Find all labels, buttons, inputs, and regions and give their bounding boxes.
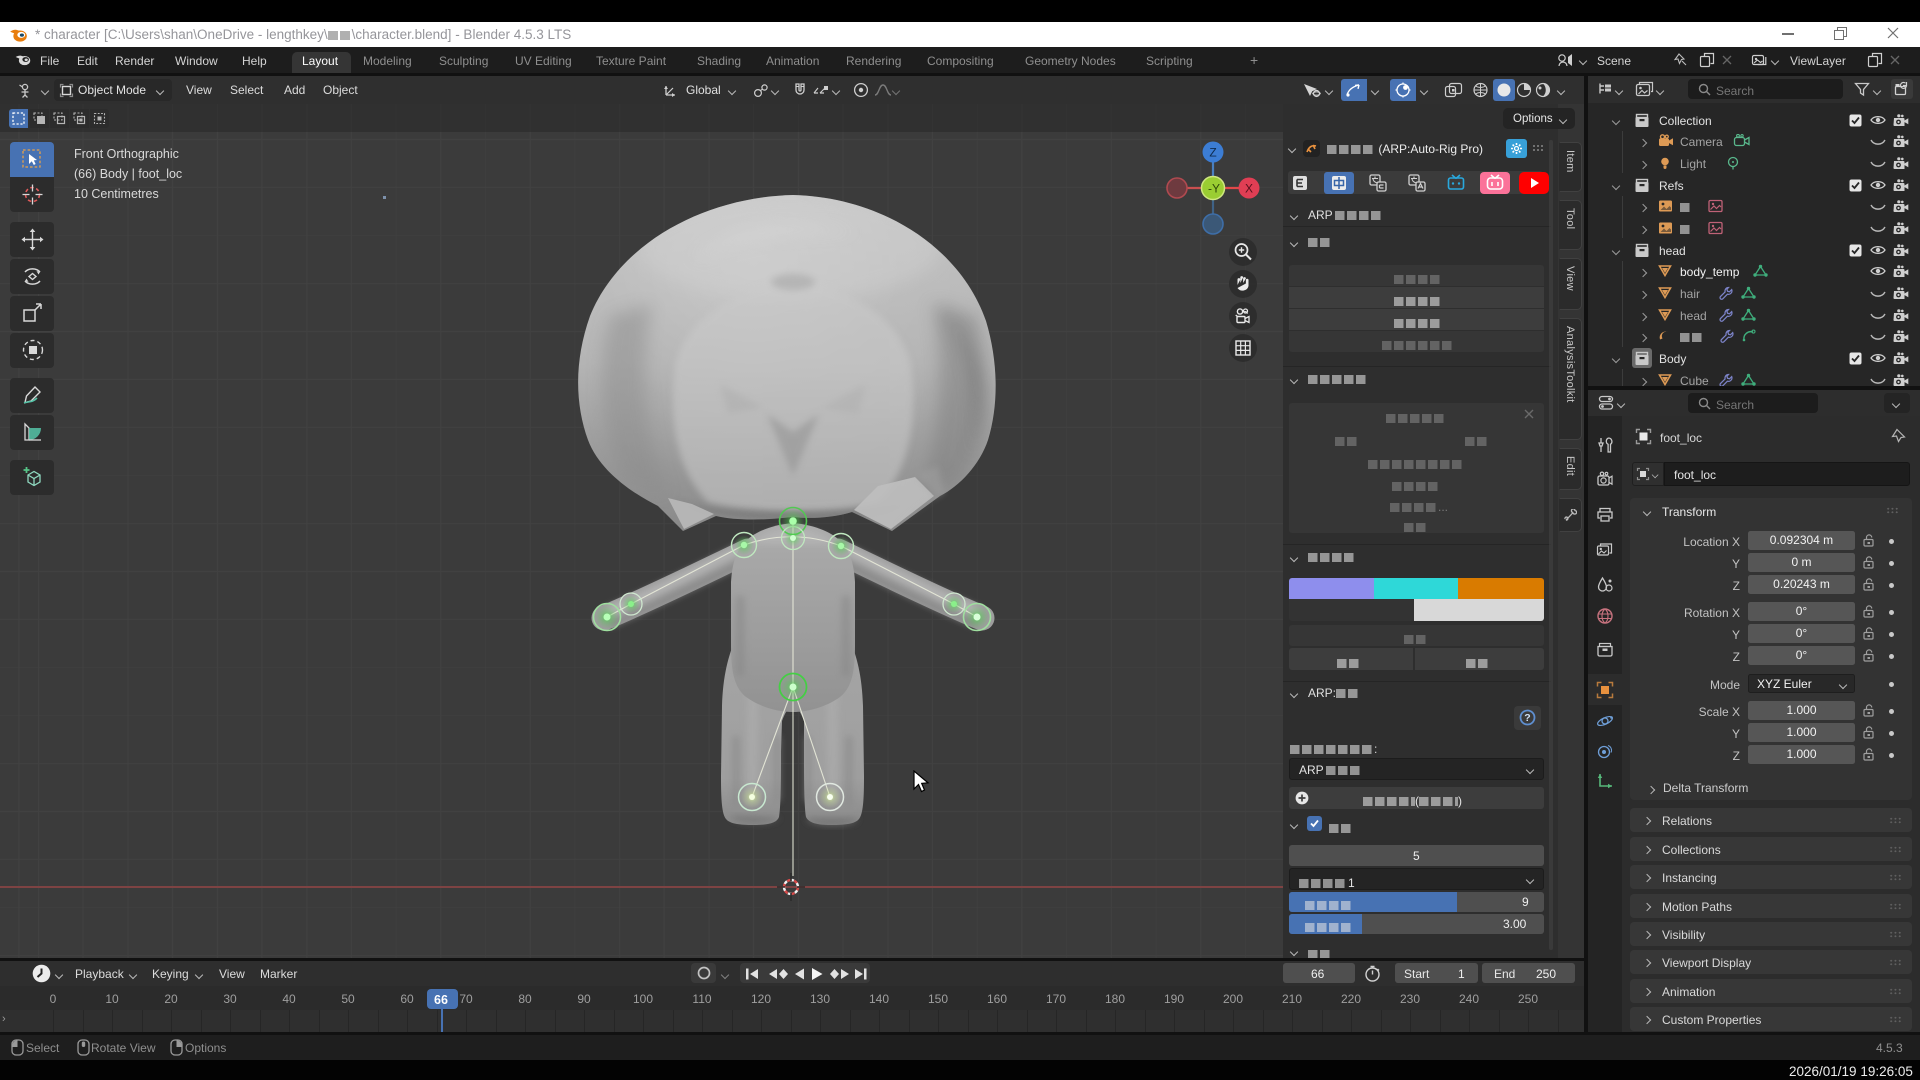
svg-text:X: X [1245, 182, 1253, 196]
svg-text:Z: Z [1209, 146, 1216, 160]
svg-text:?: ? [1524, 712, 1530, 724]
svg-text:-Y: -Y [1208, 182, 1220, 196]
